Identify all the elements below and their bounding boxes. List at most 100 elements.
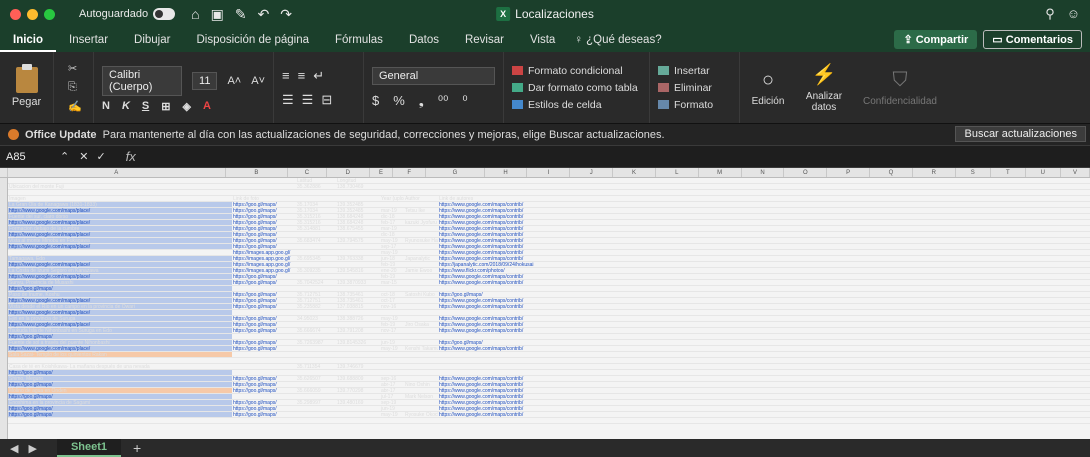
check-updates-button[interactable]: Buscar actualizaciones xyxy=(955,126,1086,142)
user-icon[interactable]: ☺ xyxy=(1067,6,1080,22)
cell-c[interactable]: 35.626507 xyxy=(296,376,336,381)
cell-f[interactable]: Ryosuke Okochor xyxy=(404,412,438,417)
cell-e[interactable]: nov-16 xyxy=(380,304,404,309)
tell-me-input[interactable]: ♀ ¿Qué deseas? xyxy=(574,34,661,46)
increase-decimal-icon[interactable]: ⁰⁰ xyxy=(438,93,448,109)
cell-c[interactable]: 35.7042524 xyxy=(296,280,336,285)
cell-b[interactable] xyxy=(232,364,296,369)
cell-c[interactable]: 35.235882 xyxy=(296,304,336,309)
bold-icon[interactable]: N xyxy=(102,100,110,113)
cell-c[interactable] xyxy=(296,310,336,315)
cell-f[interactable] xyxy=(404,418,438,423)
cell-d[interactable]: Longitud xyxy=(336,178,380,183)
cell-c[interactable] xyxy=(296,382,336,387)
cell-d[interactable]: 139.352485 xyxy=(336,202,380,207)
column-header[interactable]: C xyxy=(288,168,327,177)
cell-b[interactable]: https://goo.gl/maps/ xyxy=(232,304,296,309)
underline-icon[interactable]: S xyxy=(142,100,149,113)
cell-g[interactable]: https://www.google.com/maps/contrib/ xyxy=(438,232,1090,237)
cell-b[interactable]: https://goo.gl/maps/ xyxy=(232,340,296,345)
minimize-window-button[interactable] xyxy=(27,8,38,20)
cell-g[interactable]: https://www.google.com/maps/contrib/ xyxy=(438,328,1090,333)
cell-b[interactable]: https://goo.gl/maps/ xyxy=(232,382,296,387)
cell-g[interactable]: https://www.google.com/maps/contrib/ xyxy=(438,244,1090,249)
tab-dibujar[interactable]: Dibujar xyxy=(121,28,183,52)
cell-e[interactable] xyxy=(380,358,404,363)
cell-f[interactable] xyxy=(404,406,438,411)
cell-b[interactable]: https://images.app.goo.gl/ xyxy=(232,256,296,261)
cell-a[interactable]: https://www.google.com/maps/place/ xyxy=(8,208,232,213)
cell-g[interactable]: https://goo.gl/maps/ xyxy=(438,292,1090,297)
cell-c[interactable] xyxy=(296,274,336,279)
cell-b[interactable] xyxy=(232,184,296,189)
cell-d[interactable]: 138.684248 xyxy=(336,214,380,219)
cell-b[interactable]: https://images.app.goo.gl/ xyxy=(232,268,296,273)
cell-e[interactable] xyxy=(380,418,404,423)
cell-a[interactable]: Fuente de sol a través del puente Nihonb… xyxy=(8,340,232,345)
cell-d[interactable] xyxy=(336,358,380,363)
cell-styles-button[interactable]: Estilos de celda xyxy=(512,99,641,111)
cell-f[interactable]: Ryunosuke Hayashi xyxy=(404,238,438,243)
cell-e[interactable]: may-19 xyxy=(380,238,404,243)
font-name-select[interactable]: Calibri (Cuerpo) xyxy=(102,66,183,96)
cell-b[interactable]: https://goo.gl/maps/ xyxy=(232,202,296,207)
table-row[interactable] xyxy=(8,418,1090,424)
copy-icon[interactable]: ⎘ xyxy=(68,81,85,94)
cell-g[interactable]: Link de autores xyxy=(438,196,1090,201)
cell-g[interactable]: https://www.google.com/maps/contrib/ xyxy=(438,388,1090,393)
cell-b[interactable] xyxy=(232,286,296,291)
column-header[interactable]: Q xyxy=(870,168,913,177)
cell-f[interactable] xyxy=(404,310,438,315)
cell-b[interactable] xyxy=(232,334,296,339)
column-header[interactable]: N xyxy=(742,168,785,177)
cell-c[interactable]: 35.7263987 xyxy=(296,340,336,345)
cell-f[interactable]: Nino Oshin xyxy=(404,382,438,387)
cell-d[interactable]: 138.388726 xyxy=(336,316,380,321)
cell-f[interactable] xyxy=(404,178,438,183)
column-header[interactable]: E xyxy=(370,168,394,177)
cell-g[interactable]: https://www.google.com/maps/contrib/ xyxy=(438,238,1090,243)
cell-f[interactable] xyxy=(404,262,438,267)
cell-a[interactable]: La Costa de Izumi Segoro en Kanazawa xyxy=(8,268,232,273)
cell-d[interactable] xyxy=(336,394,380,399)
cell-g[interactable]: https://www.google.com/maps/contrib/ xyxy=(438,376,1090,381)
cell-f[interactable] xyxy=(404,304,438,309)
align-left-icon[interactable]: ☰ xyxy=(282,92,294,108)
cell-c[interactable] xyxy=(296,322,336,327)
cell-g[interactable] xyxy=(438,286,1090,291)
cell-c[interactable] xyxy=(296,418,336,423)
tab-inicio[interactable]: Inicio xyxy=(0,28,57,52)
cell-b[interactable]: https://goo.gl/maps/ xyxy=(232,238,296,243)
cell-f[interactable]: Satoshi Kubo xyxy=(404,292,438,297)
cell-b[interactable] xyxy=(232,190,296,195)
cell-e[interactable]: may-19 xyxy=(380,346,404,351)
cell-b[interactable]: https://images.app.goo.gl/ xyxy=(232,250,296,255)
cell-d[interactable] xyxy=(336,346,380,351)
close-window-button[interactable] xyxy=(10,8,21,20)
cell-c[interactable] xyxy=(296,406,336,411)
cell-g[interactable]: https://www.google.com/maps/contrib/ xyxy=(438,256,1090,261)
cell-a[interactable]: Vista al monte Minobu en Fukagawa xyxy=(8,238,232,243)
merge-icon[interactable]: ⊟ xyxy=(321,92,332,108)
tab-disposicion[interactable]: Disposición de página xyxy=(183,28,322,52)
cell-c[interactable]: Latitud xyxy=(296,178,336,183)
tab-revisar[interactable]: Revisar xyxy=(452,28,517,52)
cell-a[interactable]: https://goo.gl/maps/ xyxy=(8,334,232,339)
cell-f[interactable] xyxy=(404,352,438,357)
cell-c[interactable] xyxy=(296,196,336,201)
cell-d[interactable] xyxy=(336,250,380,255)
cell-a[interactable]: https://www.google.com/maps/place/ xyxy=(8,262,232,267)
cell-e[interactable] xyxy=(380,352,404,357)
cell-g[interactable]: https://japanalytic.com/2018/09/24/hokus… xyxy=(438,262,1090,267)
cell-b[interactable]: https://goo.gl/maps/ xyxy=(232,214,296,219)
cell-b[interactable]: https://images.app.goo.gl/ xyxy=(232,262,296,267)
cell-g[interactable]: https://www.google.com/maps/contrib/ xyxy=(438,208,1090,213)
cell-f[interactable] xyxy=(404,232,438,237)
column-header[interactable]: S xyxy=(956,168,991,177)
cell-f[interactable] xyxy=(404,214,438,219)
cell-a[interactable]: https://www.google.com/maps/place/ xyxy=(8,232,232,237)
cell-e[interactable]: dic-18 xyxy=(380,214,404,219)
decrease-decimal-icon[interactable]: ⁰ xyxy=(462,93,467,109)
cell-b[interactable] xyxy=(232,370,296,375)
cell-d[interactable]: 139.746679 xyxy=(336,364,380,369)
